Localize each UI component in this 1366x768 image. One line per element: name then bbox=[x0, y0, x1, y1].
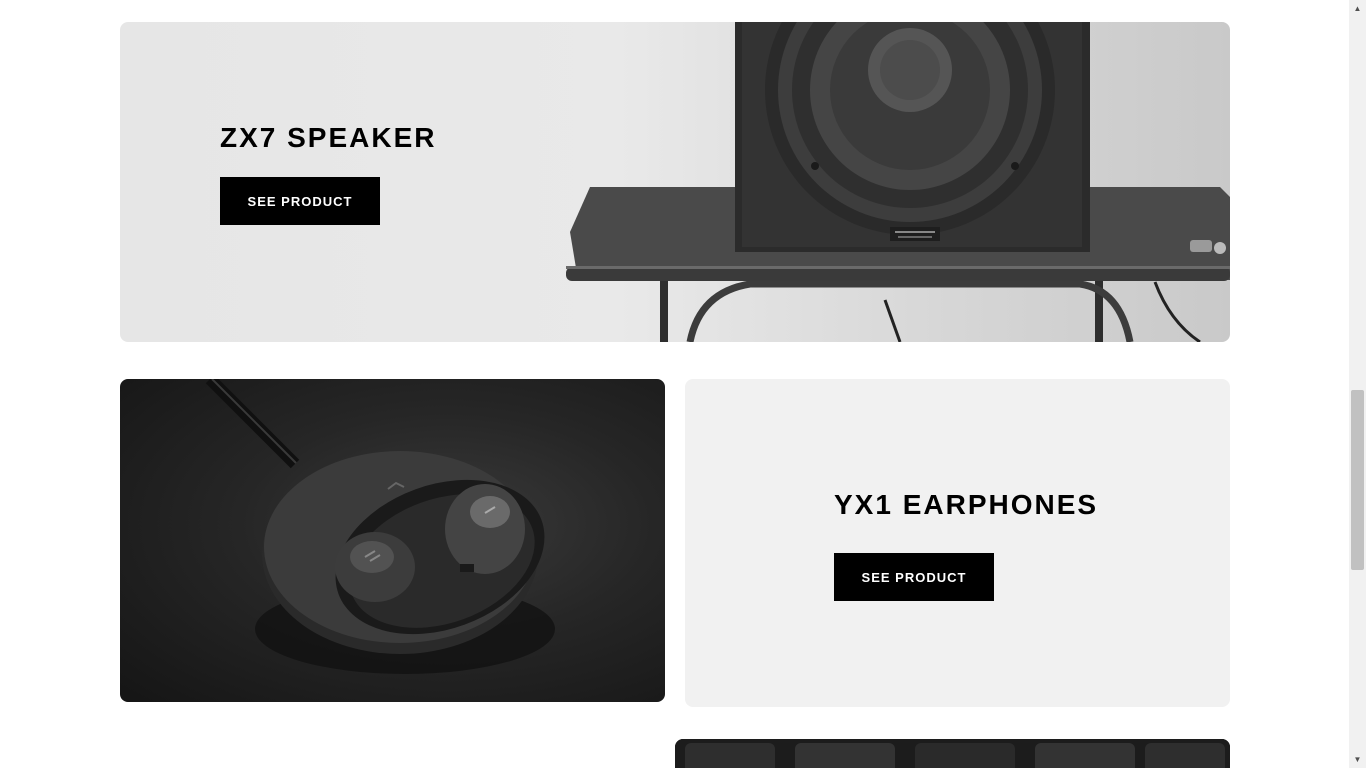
zx7-speaker-image bbox=[566, 22, 1230, 342]
scrollbar-thumb[interactable] bbox=[1351, 390, 1364, 570]
earphones-case-graphic bbox=[205, 379, 555, 674]
yx1-title: YX1 EARPHONES bbox=[834, 489, 1099, 520]
next-section-image bbox=[675, 739, 1230, 768]
scroll-down-arrow-icon[interactable]: ▼ bbox=[1349, 751, 1366, 768]
yx1-see-product-button[interactable]: SEE PRODUCT bbox=[834, 553, 994, 601]
zx7-speaker-banner: ZX7 SPEAKER SEE PRODUCT bbox=[120, 22, 1230, 342]
page: ZX7 SPEAKER SEE PRODUCT YX1 EARPHONES SE… bbox=[0, 0, 1349, 768]
vertical-scrollbar[interactable]: ▲ ▼ bbox=[1349, 0, 1366, 768]
scroll-up-arrow-icon[interactable]: ▲ bbox=[1349, 0, 1366, 17]
yx1-earphones-image bbox=[120, 379, 665, 702]
zx7-title: ZX7 SPEAKER bbox=[220, 122, 437, 153]
zx7-see-product-button[interactable]: SEE PRODUCT bbox=[220, 177, 380, 225]
yx1-earphones-card: YX1 EARPHONES SEE PRODUCT bbox=[685, 379, 1230, 707]
